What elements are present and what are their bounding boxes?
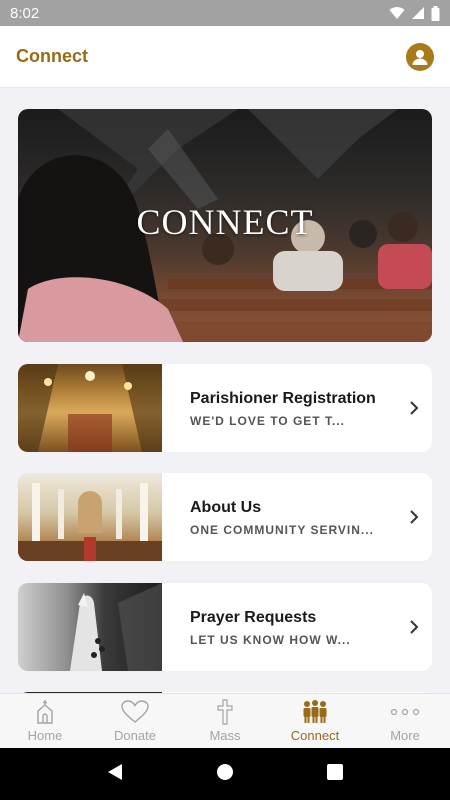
heart-icon: [121, 699, 149, 725]
wifi-icon: [389, 7, 405, 20]
cross-icon: [217, 699, 233, 725]
page-title: Connect: [16, 46, 88, 66]
nav-item-mass[interactable]: Mass: [180, 694, 270, 748]
card-prayer-requests[interactable]: Prayer Requests LET US KNOW HOW W...: [18, 583, 432, 671]
card-title: Prayer Requests: [190, 609, 317, 626]
nav-label: Mass: [209, 728, 241, 743]
status-icons: [389, 5, 440, 21]
chevron-right-icon: [396, 400, 432, 416]
back-icon[interactable]: [107, 763, 123, 786]
recents-icon[interactable]: [327, 763, 344, 785]
content-scroll[interactable]: CONNECT Parishioner Registration WE'D LO…: [0, 89, 450, 693]
nav-item-more[interactable]: More: [360, 694, 450, 748]
app-bar: Connect: [0, 26, 450, 88]
user-icon: [412, 49, 428, 65]
card-title: About Us: [190, 499, 262, 516]
church-icon: [35, 699, 55, 725]
chevron-right-icon: [396, 509, 432, 525]
nav-label: Donate: [114, 728, 156, 743]
hero-banner: CONNECT: [18, 109, 432, 342]
nav-label: More: [390, 728, 420, 743]
card-thumbnail-praying-hands: [18, 583, 162, 671]
card-about-us[interactable]: About Us ONE COMMUNITY SERVIN...: [18, 473, 432, 561]
card-subtitle: ONE COMMUNITY SERVIN...: [190, 523, 374, 537]
nav-item-home[interactable]: Home: [0, 694, 90, 748]
chevron-right-icon: [396, 619, 432, 635]
card-subtitle: WE'D LOVE TO GET T...: [190, 414, 345, 428]
card-thumbnail-church-interior: [18, 364, 162, 452]
signal-icon: [412, 7, 424, 19]
card-title: Parishioner Registration: [190, 390, 376, 407]
card-thumbnail-cathedral: [18, 473, 162, 561]
nav-item-donate[interactable]: Donate: [90, 694, 180, 748]
nav-label: Home: [27, 728, 63, 743]
status-time: 8:02: [10, 4, 40, 22]
home-circle-icon[interactable]: [216, 763, 234, 786]
system-nav-bar: [0, 748, 450, 800]
bottom-nav: Home Donate Mass Connect More: [0, 693, 450, 748]
battery-icon: [431, 5, 440, 21]
card-parishioner-registration[interactable]: Parishioner Registration WE'D LOVE TO GE…: [18, 364, 432, 452]
hero-title: CONNECT: [136, 202, 314, 242]
nav-item-connect[interactable]: Connect: [270, 694, 360, 748]
card-subtitle: LET US KNOW HOW W...: [190, 633, 351, 647]
nav-label: Connect: [290, 728, 340, 743]
profile-button[interactable]: [406, 42, 434, 71]
status-bar: 8:02: [0, 0, 450, 26]
more-icon: [390, 699, 420, 725]
people-icon: [300, 699, 330, 725]
